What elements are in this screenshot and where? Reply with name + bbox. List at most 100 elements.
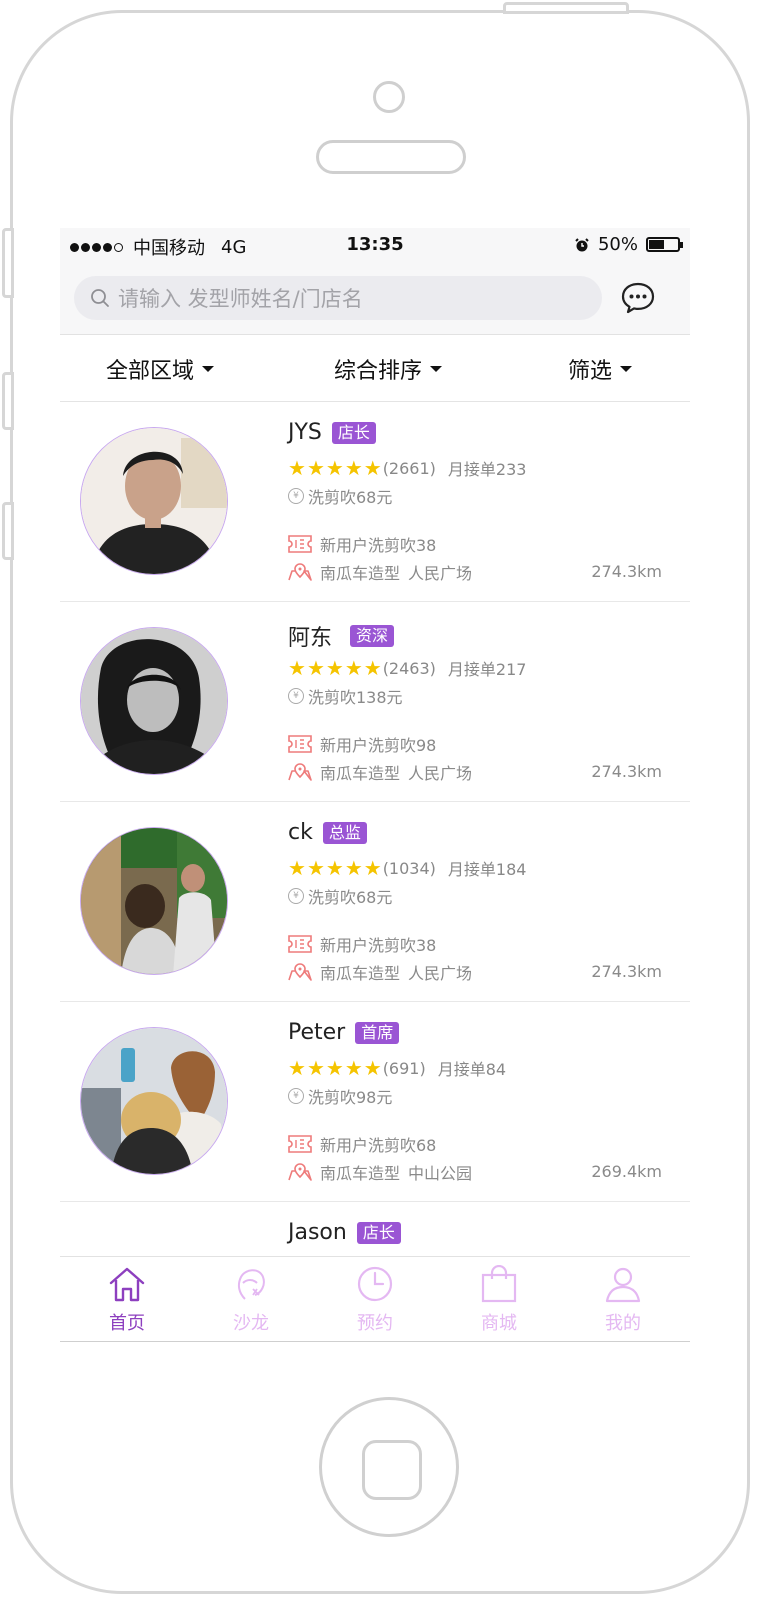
yen-icon: ¥ bbox=[288, 688, 304, 704]
star-rating: ★ ★ ★ ★ ★ bbox=[288, 1056, 382, 1080]
salon-area: 人民广场 bbox=[408, 964, 473, 983]
shopping-bag-icon bbox=[481, 1264, 517, 1303]
alarm-icon bbox=[575, 237, 589, 251]
distance: 269.4km bbox=[591, 1162, 662, 1181]
tab-mall[interactable]: 商城 bbox=[454, 1264, 544, 1335]
clock-icon bbox=[357, 1266, 393, 1302]
service-price: 洗剪吹138元 bbox=[308, 688, 403, 707]
stylist-avatar bbox=[80, 827, 228, 975]
stylist-avatar bbox=[80, 427, 228, 575]
title-badge: 资深 bbox=[350, 625, 395, 647]
tab-salon[interactable]: 沙龙 bbox=[206, 1265, 296, 1335]
star-rating: ★ ★ ★ ★ ★ bbox=[288, 856, 382, 880]
app-screen: 中国移动 4G 13:35 50% 请输入 发型师姓名/门店名 全部区域 综合排… bbox=[60, 228, 690, 1342]
promo-text: 新用户洗剪吹98 bbox=[320, 736, 437, 755]
home-icon bbox=[109, 1267, 145, 1302]
search-header: 请输入 发型师姓名/门店名 bbox=[60, 264, 690, 335]
stylist-name: 阿东 bbox=[288, 626, 333, 651]
salon-name: 南瓜车造型 bbox=[320, 564, 401, 583]
coupon-icon bbox=[288, 1135, 312, 1153]
caret-down-icon bbox=[430, 366, 443, 372]
power-button bbox=[503, 2, 629, 14]
tab-mine[interactable]: 我的 bbox=[578, 1265, 668, 1335]
map-pin-icon bbox=[288, 763, 312, 781]
map-pin-icon bbox=[288, 1163, 312, 1181]
caret-down-icon bbox=[202, 366, 215, 372]
salon-area: 人民广场 bbox=[408, 564, 473, 583]
title-badge: 店长 bbox=[331, 421, 376, 444]
sort-filter[interactable]: 综合排序 bbox=[334, 353, 443, 385]
area-filter[interactable]: 全部区域 bbox=[106, 353, 215, 385]
volume-up-button bbox=[2, 372, 14, 430]
tab-mall-label: 商城 bbox=[481, 1313, 517, 1334]
monthly-orders: 月接单233 bbox=[447, 460, 527, 479]
salon-area: 人民广场 bbox=[408, 764, 473, 783]
screen-filter-label: 筛选 bbox=[568, 359, 613, 384]
hairdresser-icon bbox=[237, 1269, 265, 1300]
promo-text: 新用户洗剪吹68 bbox=[320, 1136, 437, 1155]
title-badge: 店长 bbox=[356, 1221, 401, 1244]
distance: 274.3km bbox=[591, 962, 662, 981]
stylist-card[interactable]: 阿东 资深 ★ ★ ★ ★ ★ (2463) 月接单217 ¥ 洗剪吹138元 新用户洗… bbox=[60, 602, 690, 802]
screen-filter[interactable]: 筛选 bbox=[568, 353, 633, 385]
stylist-avatar bbox=[80, 1027, 228, 1175]
status-bar: 中国移动 4G 13:35 50% bbox=[60, 228, 690, 264]
yen-icon: ¥ bbox=[288, 488, 304, 504]
tab-booking-label: 预约 bbox=[357, 1313, 393, 1334]
message-icon[interactable] bbox=[620, 280, 656, 316]
volume-down-button bbox=[2, 502, 14, 560]
service-price: 洗剪吹68元 bbox=[308, 888, 393, 907]
service-price: 洗剪吹68元 bbox=[308, 488, 393, 507]
monthly-orders: 月接单217 bbox=[447, 660, 527, 679]
distance: 274.3km bbox=[591, 762, 662, 781]
map-pin-icon bbox=[288, 563, 312, 581]
stylist-name: JYS bbox=[288, 420, 322, 445]
yen-icon: ¥ bbox=[288, 888, 304, 904]
search-placeholder: 请输入 发型师姓名/门店名 bbox=[118, 287, 363, 311]
yen-icon: ¥ bbox=[288, 1088, 304, 1104]
front-camera bbox=[373, 81, 405, 113]
stylist-name: Jason bbox=[288, 1220, 347, 1245]
review-count: (2661) bbox=[382, 458, 436, 478]
stylist-avatar bbox=[80, 627, 228, 775]
user-icon bbox=[605, 1267, 641, 1303]
title-badge: 首席 bbox=[355, 1021, 400, 1044]
distance: 274.3km bbox=[591, 562, 662, 581]
star-rating: ★ ★ ★ ★ ★ bbox=[288, 456, 382, 480]
salon-name: 南瓜车造型 bbox=[320, 764, 401, 783]
bottom-tab-bar: 首页 沙龙 预约 商城 我的 bbox=[60, 1256, 690, 1341]
monthly-orders: 月接单84 bbox=[437, 1060, 507, 1079]
battery-icon bbox=[646, 237, 683, 252]
mute-switch bbox=[2, 228, 14, 298]
sort-filter-label: 综合排序 bbox=[334, 359, 423, 384]
caret-down-icon bbox=[620, 366, 633, 372]
tab-home[interactable]: 首页 bbox=[82, 1265, 172, 1335]
review-count: (691) bbox=[382, 1058, 426, 1078]
salon-area: 中山公园 bbox=[408, 1164, 473, 1183]
map-pin-icon bbox=[288, 963, 312, 981]
search-icon bbox=[91, 289, 109, 307]
stylist-name: ck bbox=[288, 820, 313, 845]
review-count: (2463) bbox=[382, 658, 436, 678]
promo-text: 新用户洗剪吹38 bbox=[320, 536, 437, 555]
tab-mine-label: 我的 bbox=[605, 1313, 641, 1334]
salon-name: 南瓜车造型 bbox=[320, 1164, 401, 1183]
review-count: (1034) bbox=[382, 858, 436, 878]
search-input[interactable]: 请输入 发型师姓名/门店名 bbox=[74, 276, 602, 320]
tab-salon-label: 沙龙 bbox=[233, 1313, 269, 1334]
tab-home-label: 首页 bbox=[109, 1313, 145, 1334]
coupon-icon bbox=[288, 735, 312, 753]
coupon-icon bbox=[288, 535, 312, 553]
stylist-card[interactable]: Peter 首席 ★ ★ ★ ★ ★ (691) 月接单84 ¥ 洗剪吹98元 新用户洗… bbox=[60, 1002, 690, 1202]
stylist-card[interactable]: JYS 店长 ★ ★ ★ ★ ★ (2661) 月接单233 ¥ 洗剪吹68元 新用户洗… bbox=[60, 402, 690, 602]
tab-booking[interactable]: 预约 bbox=[330, 1265, 420, 1335]
earpiece-speaker bbox=[316, 140, 466, 174]
stylist-name: Peter bbox=[288, 1020, 346, 1045]
service-price: 洗剪吹98元 bbox=[308, 1088, 393, 1107]
area-filter-label: 全部区域 bbox=[106, 359, 195, 384]
coupon-icon bbox=[288, 935, 312, 953]
home-button[interactable] bbox=[319, 1397, 459, 1537]
battery-percent: 50% bbox=[597, 234, 638, 255]
stylist-card[interactable]: ck 总监 ★ ★ ★ ★ ★ (1034) 月接单184 ¥ 洗剪吹68元 新用户洗剪… bbox=[60, 802, 690, 1002]
star-rating: ★ ★ ★ ★ ★ bbox=[288, 656, 382, 680]
